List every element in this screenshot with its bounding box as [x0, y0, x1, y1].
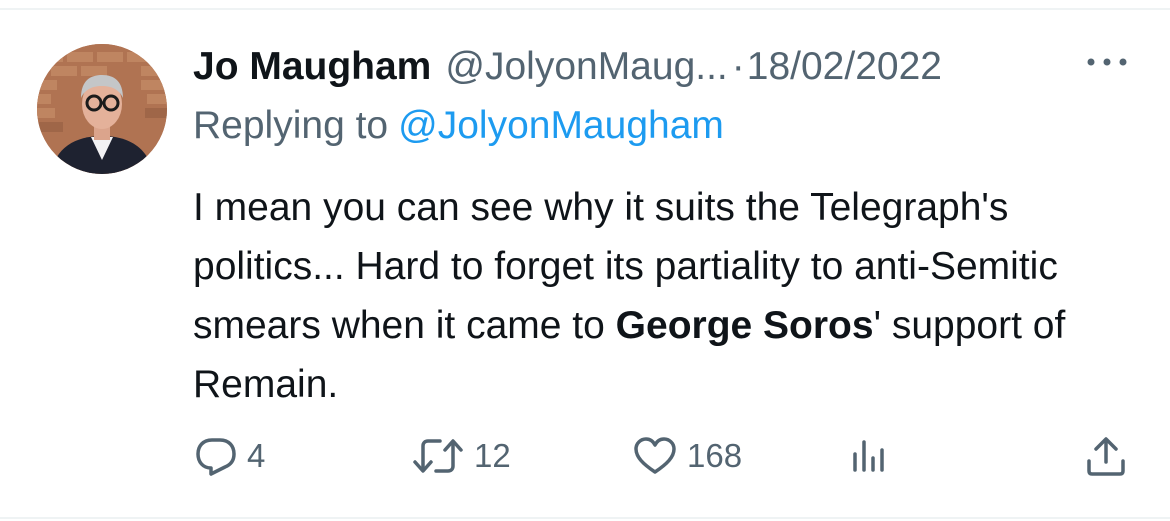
- replying-to-label: Replying to: [193, 104, 389, 147]
- retweet-icon: [412, 436, 464, 476]
- avatar[interactable]: [37, 44, 167, 174]
- bottom-divider: [0, 517, 1170, 519]
- views-icon: [850, 436, 890, 476]
- top-divider: [0, 8, 1170, 10]
- reply-button[interactable]: 4: [195, 428, 265, 484]
- views-button[interactable]: [850, 428, 890, 484]
- replying-to: Replying to @JolyonMaugham: [193, 100, 724, 152]
- author-name[interactable]: Jo Maugham: [193, 45, 431, 89]
- retweet-count: 12: [474, 437, 511, 474]
- like-count: 168: [687, 437, 743, 474]
- tweet-text: I mean you can see why it suits the Tele…: [193, 178, 1153, 414]
- tweet-date[interactable]: 18/02/2022: [747, 45, 942, 89]
- tweet-header: Jo Maugham @JolyonMaug... · 18/02/2022: [193, 40, 1153, 94]
- tweet-text-bold: George Soros: [615, 304, 874, 347]
- replying-to-handle-link[interactable]: @JolyonMaugham: [398, 104, 724, 148]
- separator-dot: ·: [731, 45, 745, 88]
- action-bar: 4 12 168: [0, 428, 1170, 484]
- like-button[interactable]: 168: [633, 428, 742, 484]
- share-icon: [1085, 435, 1127, 477]
- reply-count: 4: [247, 437, 266, 474]
- heart-icon: [633, 436, 677, 476]
- author-handle[interactable]: @JolyonMaug...: [445, 45, 727, 89]
- more-options-icon[interactable]: [1085, 52, 1129, 72]
- retweet-button[interactable]: 12: [412, 428, 511, 484]
- share-button[interactable]: [1085, 428, 1127, 484]
- reply-icon: [195, 436, 237, 476]
